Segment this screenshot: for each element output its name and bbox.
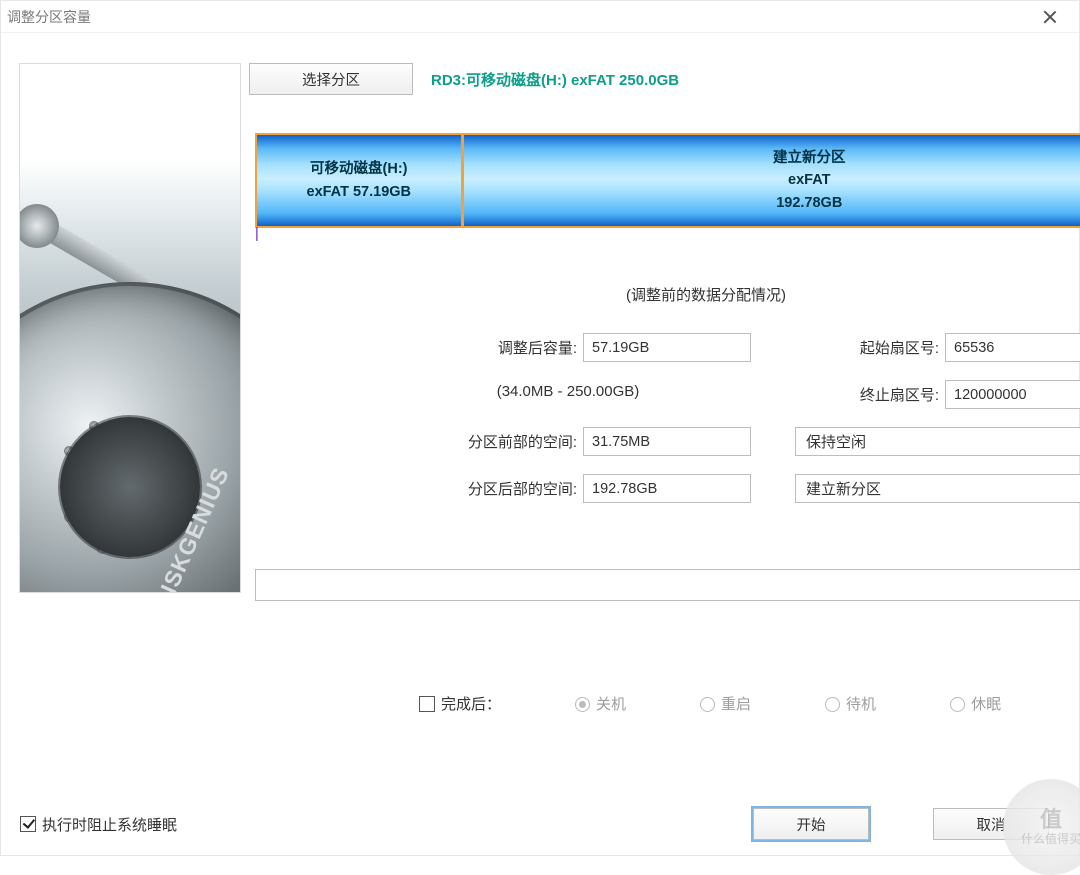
subtitle-text: (调整前的数据分配情况) — [249, 284, 1080, 305]
radio-shutdown[interactable]: 关机 — [575, 693, 626, 714]
radio-icon — [575, 697, 590, 712]
prevent-sleep-checkbox[interactable]: 执行时阻止系统睡眠 — [1, 814, 177, 835]
checkbox-icon — [419, 696, 435, 712]
end-sector-label: 终止扇区号: — [795, 384, 945, 405]
radio-icon — [825, 697, 840, 712]
close-icon — [1042, 9, 1058, 25]
after-complete-label: 完成后： — [441, 693, 501, 714]
segment-label: 可移动磁盘(H:) — [310, 158, 407, 180]
title-bar: 调整分区容量 — [1, 1, 1079, 33]
start-sector-value: 65536 — [954, 340, 994, 356]
space-before-label: 分区前部的空间: — [377, 431, 583, 452]
selected-disk-label: RD3:可移动磁盘(H:) exFAT 250.0GB — [431, 69, 679, 90]
window-title: 调整分区容量 — [7, 7, 91, 27]
segment-size: 192.78GB — [776, 192, 842, 214]
space-before-input[interactable]: 31.75MB — [583, 427, 751, 456]
radio-icon — [950, 697, 965, 712]
close-button[interactable] — [1027, 3, 1073, 31]
select-partition-button[interactable]: 选择分区 — [249, 63, 413, 95]
adjusted-size-label: 调整后容量: — [377, 337, 583, 358]
space-before-action-value: 保持空闲 — [806, 431, 866, 452]
space-after-action-value: 建立新分区 — [806, 478, 881, 499]
bottom-bar: 执行时阻止系统睡眠 开始 取消 — [1, 808, 1079, 840]
radio-standby[interactable]: 待机 — [825, 693, 876, 714]
partition-segment-new[interactable]: 建立新分区 exFAT 192.78GB — [464, 135, 1080, 226]
segment-fs: exFAT — [788, 169, 830, 191]
start-sector-input[interactable]: 65536 — [945, 333, 1080, 362]
caret-indicator: | — [255, 232, 1080, 258]
partition-bar[interactable]: 可移动磁盘(H:) exFAT 57.19GB 建立新分区 exFAT 192.… — [255, 133, 1080, 228]
space-before-action-select[interactable]: 保持空闲 — [795, 427, 1080, 456]
space-before-value: 31.75MB — [592, 434, 650, 450]
radio-restart[interactable]: 重启 — [700, 693, 751, 714]
hdd-illustration: DISKGENIUS — [19, 63, 241, 593]
space-after-action-select[interactable]: 建立新分区 — [795, 474, 1080, 503]
sidebar: DISKGENIUS — [1, 33, 241, 855]
dialog-body: DISKGENIUS 选择分区 RD3:可移动磁盘(H:) exFAT 250.… — [1, 33, 1079, 855]
checkbox-icon — [20, 816, 36, 832]
progress-bar — [255, 569, 1080, 601]
start-sector-label: 起始扇区号: — [795, 337, 945, 358]
prevent-sleep-label: 执行时阻止系统睡眠 — [42, 814, 177, 835]
after-complete-row: 完成后： 关机 重启 待机 休眠 — [249, 693, 1080, 714]
segment-label: 建立新分区 — [773, 147, 846, 169]
adjusted-size-value: 57.19GB — [592, 340, 649, 356]
radio-hibernate[interactable]: 休眠 — [950, 693, 1001, 714]
partition-segment-existing[interactable]: 可移动磁盘(H:) exFAT 57.19GB — [257, 135, 464, 226]
start-label: 开始 — [797, 814, 826, 835]
segment-size: exFAT 57.19GB — [307, 181, 412, 203]
dialog-window: 调整分区容量 DISKGENIUS 选 — [0, 0, 1080, 856]
main-panel: 选择分区 RD3:可移动磁盘(H:) exFAT 250.0GB 可移动磁盘(H… — [241, 33, 1080, 855]
end-sector-input[interactable]: 120000000 — [945, 380, 1080, 409]
radio-icon — [700, 697, 715, 712]
cancel-label: 取消 — [977, 814, 1006, 835]
start-button[interactable]: 开始 — [753, 808, 869, 840]
select-partition-label: 选择分区 — [302, 69, 360, 90]
after-complete-checkbox[interactable]: 完成后： — [419, 693, 501, 714]
space-after-label: 分区后部的空间: — [377, 478, 583, 499]
size-range-hint: (34.0MB - 250.00GB) — [377, 383, 759, 400]
space-after-input[interactable]: 192.78GB — [583, 474, 751, 503]
space-after-value: 192.78GB — [592, 481, 657, 497]
end-sector-value: 120000000 — [954, 387, 1027, 403]
adjusted-size-input[interactable]: 57.19GB — [583, 333, 751, 362]
